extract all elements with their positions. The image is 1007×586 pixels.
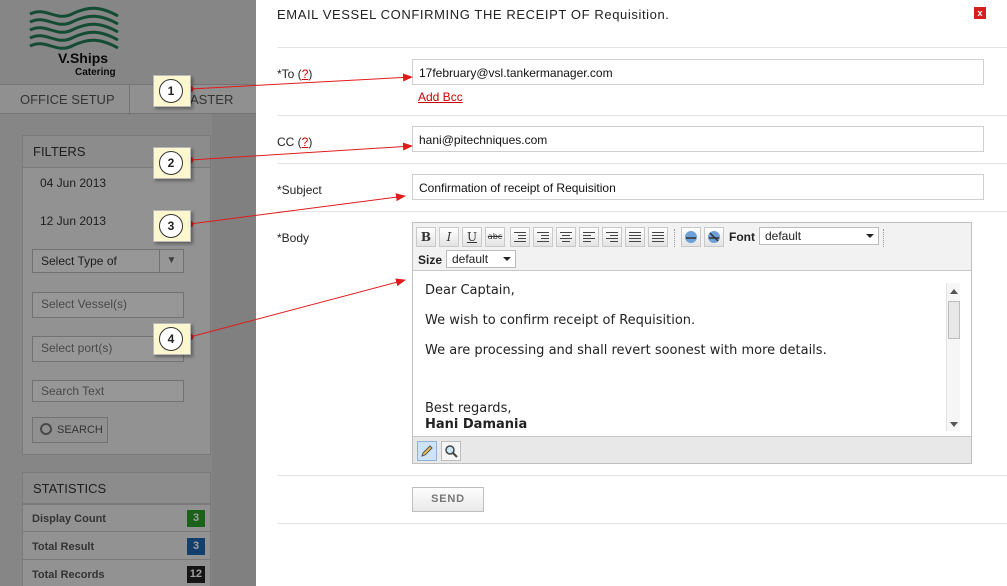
body-paragraph: Best regards,	[425, 401, 512, 416]
outdent-icon[interactable]	[510, 227, 530, 247]
scroll-thumb[interactable]	[948, 301, 960, 339]
callout-4: 4	[153, 323, 191, 355]
align-right-icon[interactable]	[602, 227, 622, 247]
callout-1: 1	[153, 75, 191, 107]
divider	[277, 523, 1007, 524]
body-paragraph: We wish to confirm receipt of Requisitio…	[425, 313, 696, 328]
divider	[277, 475, 1007, 476]
scroll-down-icon[interactable]	[950, 422, 958, 427]
rich-text-editor: B I U abc Font default Size default Dear…	[412, 222, 972, 464]
body-paragraph: Dear Captain,	[425, 283, 515, 298]
divider	[277, 163, 1007, 164]
to-label-text: *To (	[277, 67, 302, 81]
divider	[277, 115, 1007, 116]
chevron-down-icon	[866, 234, 874, 238]
body-paragraph: We are processing and shall revert soone…	[425, 343, 827, 358]
add-bcc-link[interactable]: Add Bcc	[418, 90, 463, 104]
pencil-icon[interactable]	[417, 441, 437, 461]
dialog-title: EMAIL VESSEL CONFIRMING THE RECEIPT OF R…	[277, 7, 670, 22]
size-select[interactable]: default	[446, 250, 516, 268]
cc-label-text: CC (	[277, 135, 302, 149]
callout-number: 1	[159, 79, 183, 103]
background-app: V.Ships Catering OFFICE SETUP ASTER FILT…	[0, 0, 256, 586]
cc-input[interactable]: hani@pitechniques.com	[412, 126, 984, 152]
remove-link-icon[interactable]	[704, 227, 724, 247]
unordered-list-icon[interactable]	[648, 227, 668, 247]
callout-2: 2	[153, 147, 191, 179]
to-label: *To (?)	[277, 67, 312, 81]
modal-backdrop[interactable]	[0, 0, 256, 586]
align-center-icon[interactable]	[556, 227, 576, 247]
callout-number: 2	[159, 151, 183, 175]
underline-button[interactable]: U	[462, 227, 482, 247]
toolbar-separator	[674, 229, 675, 247]
size-label: Size	[418, 253, 443, 267]
to-label-suffix: )	[308, 67, 313, 81]
callout-3: 3	[153, 210, 191, 242]
indent-icon[interactable]	[533, 227, 553, 247]
scroll-up-icon[interactable]	[950, 289, 958, 294]
send-button[interactable]: SEND	[412, 487, 484, 512]
callout-number: 4	[159, 327, 183, 351]
editor-toolbar: B I U abc Font default Size default	[413, 223, 971, 271]
font-select-value: default	[765, 229, 802, 243]
insert-link-icon[interactable]	[681, 227, 701, 247]
body-label: *Body	[277, 231, 310, 245]
ordered-list-icon[interactable]	[625, 227, 645, 247]
chevron-down-icon	[503, 257, 511, 261]
bold-button[interactable]: B	[416, 227, 436, 247]
email-dialog: EMAIL VESSEL CONFIRMING THE RECEIPT OF R…	[256, 0, 1007, 586]
to-input[interactable]: 17february@vsl.tankermanager.com	[412, 59, 984, 85]
italic-button[interactable]: I	[439, 227, 459, 247]
subject-input[interactable]: Confirmation of receipt of Requisition	[412, 174, 984, 200]
editor-mode-bar	[413, 436, 971, 463]
editor-body[interactable]: Dear Captain, We wish to confirm receipt…	[413, 271, 971, 433]
font-label: Font	[729, 230, 755, 244]
divider	[277, 211, 1007, 212]
callout-number: 3	[159, 214, 183, 238]
toolbar-separator	[883, 229, 884, 247]
body-signature: Hani Damania	[425, 417, 528, 432]
divider	[277, 47, 1007, 48]
close-icon[interactable]: x	[974, 7, 986, 19]
cc-label: CC (?)	[277, 135, 312, 149]
subject-label: *Subject	[277, 183, 322, 197]
align-left-icon[interactable]	[579, 227, 599, 247]
size-select-value: default	[452, 252, 489, 266]
cc-label-suffix: )	[308, 135, 313, 149]
editor-scrollbar[interactable]	[946, 283, 960, 431]
magnifier-icon[interactable]	[441, 441, 461, 461]
font-select[interactable]: default	[759, 227, 879, 245]
strikethrough-button[interactable]: abc	[485, 227, 505, 247]
